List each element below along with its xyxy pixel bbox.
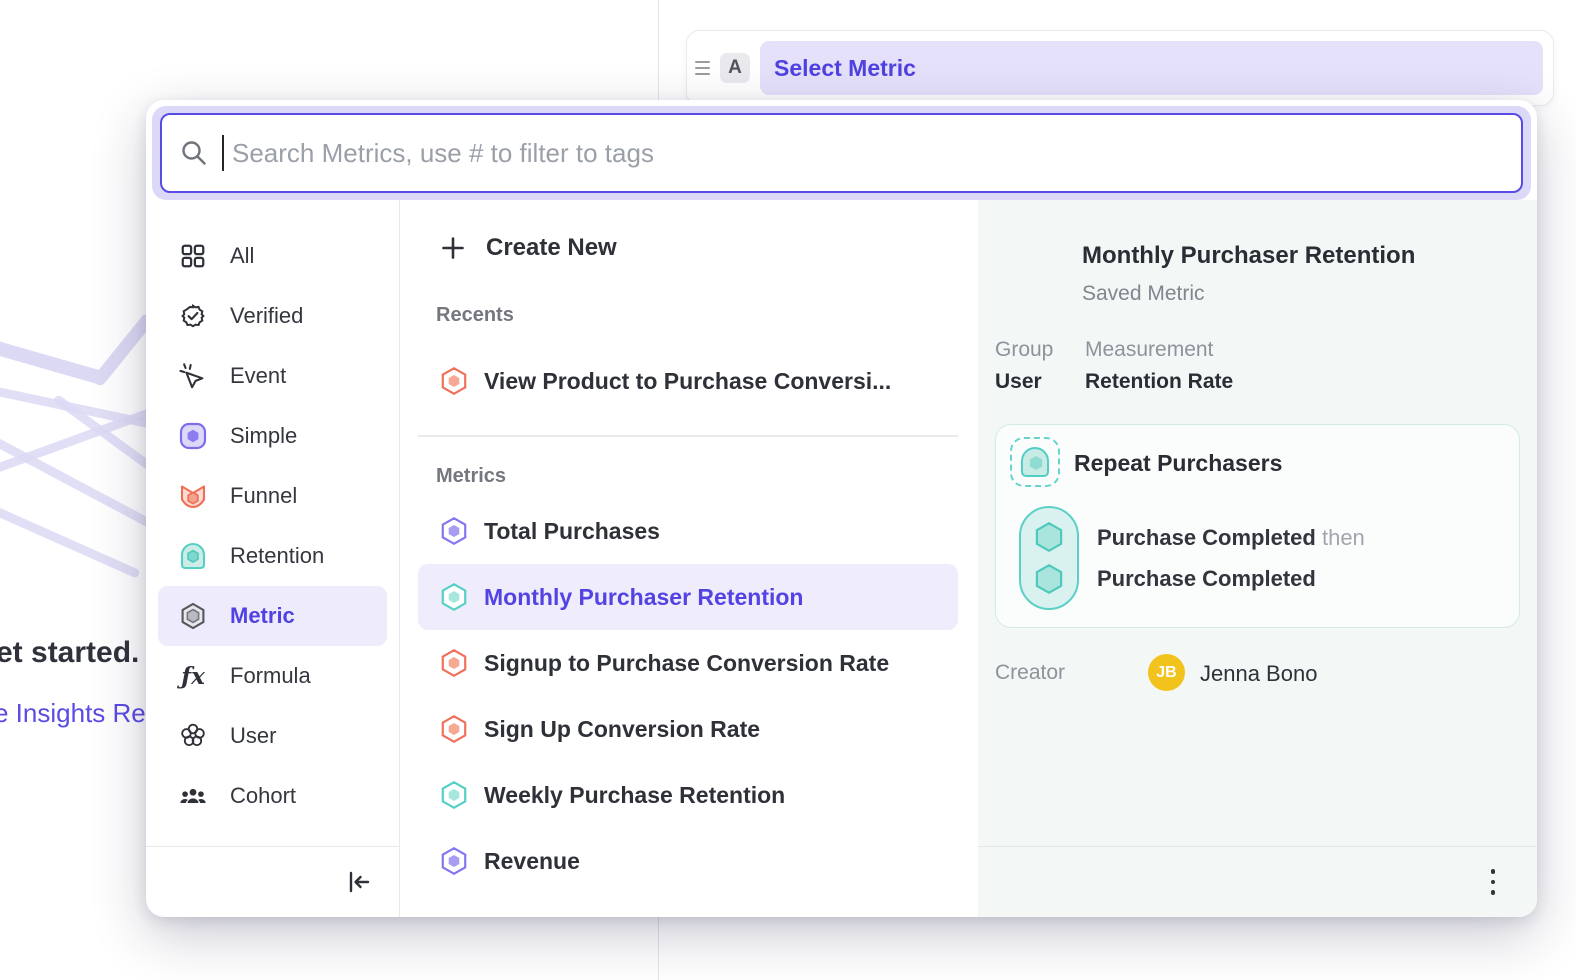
list-item-label: Sign Up Conversion Rate xyxy=(484,716,760,743)
event-hexagon-icon xyxy=(1034,564,1064,594)
section-label-metrics: Metrics xyxy=(436,465,978,488)
user-cluster-icon xyxy=(178,721,208,751)
list-item-label: Revenue xyxy=(484,848,580,875)
list-item[interactable]: Weekly Purchase Retention xyxy=(400,762,978,828)
list-item[interactable]: Revenue xyxy=(400,828,978,894)
sidebar-item-label: Metric xyxy=(230,603,295,629)
retention-definition-icon xyxy=(1010,437,1060,487)
retention-icon xyxy=(178,541,208,571)
funnel-metric-hexagon-icon xyxy=(440,715,468,743)
text-caret xyxy=(222,135,224,171)
list-item-recent[interactable]: View Product to Purchase Conversi... xyxy=(400,353,978,409)
definition-name: Repeat Purchasers xyxy=(1074,450,1282,477)
more-options-icon[interactable] xyxy=(1491,869,1496,895)
sidebar-item-label: Formula xyxy=(230,663,311,689)
details-footer xyxy=(978,846,1537,917)
sidebar-item-cohort[interactable]: Cohort xyxy=(146,766,399,826)
metric-hexagon-icon xyxy=(178,601,208,631)
group-label: Group xyxy=(995,338,1053,362)
measurement-label: Measurement xyxy=(1085,338,1213,362)
section-label-recents: Recents xyxy=(436,304,978,327)
event-sequence-pill xyxy=(1019,506,1079,610)
sidebar-item-verified[interactable]: Verified xyxy=(146,286,399,346)
metric-picker-modal: Search Metrics, use # to filter to tags … xyxy=(146,100,1537,917)
metric-list-column: Create New Recents View Product to Purch… xyxy=(400,200,978,917)
sidebar-item-simple[interactable]: Simple xyxy=(146,406,399,466)
details-subtitle: Saved Metric xyxy=(1082,282,1205,306)
list-item-selected[interactable]: Monthly Purchaser Retention xyxy=(418,564,958,630)
details-title: Monthly Purchaser Retention xyxy=(1082,242,1415,270)
sidebar-item-label: User xyxy=(230,723,276,749)
measurement-value: Retention Rate xyxy=(1085,370,1233,394)
search-placeholder: Search Metrics, use # to filter to tags xyxy=(232,138,654,169)
sidebar-item-label: Funnel xyxy=(230,483,297,509)
list-item[interactable]: Signup to Purchase Conversion Rate xyxy=(400,630,978,696)
sidebar-item-user[interactable]: User xyxy=(146,706,399,766)
sidebar-item-all[interactable]: All xyxy=(146,226,399,286)
list-item-label: Signup to Purchase Conversion Rate xyxy=(484,650,889,677)
background-partial-heading: et started. xyxy=(0,636,139,670)
hexagon-icon xyxy=(1029,456,1043,470)
sidebar-item-label: Event xyxy=(230,363,286,389)
group-value: User xyxy=(995,370,1042,394)
list-item-label: Monthly Purchaser Retention xyxy=(484,584,803,611)
creator-avatar: JB xyxy=(1148,654,1185,691)
event-hexagon-icon xyxy=(1034,522,1064,552)
sidebar-item-label: Retention xyxy=(230,543,324,569)
simple-icon xyxy=(178,421,208,451)
drag-handle-icon[interactable] xyxy=(695,61,710,75)
screen: et started. e Insights Re A Select Metri… xyxy=(0,0,1576,980)
sidebar-item-retention[interactable]: Retention xyxy=(146,526,399,586)
verified-badge-icon xyxy=(178,301,208,331)
decorative-chart-lines xyxy=(0,315,150,645)
simple-metric-hexagon-icon xyxy=(440,847,468,875)
sidebar-footer xyxy=(146,846,400,917)
creator-name: Jenna Bono xyxy=(1200,661,1317,687)
definition-step-1: Purchase Completed then xyxy=(1097,525,1365,551)
select-metric-button[interactable]: Select Metric xyxy=(760,41,1543,95)
definition-card: Repeat Purchasers Purchase Completed the… xyxy=(995,424,1520,628)
grid-icon xyxy=(178,241,208,271)
sidebar-item-label: All xyxy=(230,243,254,269)
sidebar-item-metric[interactable]: Metric xyxy=(158,586,387,646)
list-item[interactable]: Total Purchases xyxy=(400,498,978,564)
funnel-icon xyxy=(178,481,208,511)
event-cursor-icon xyxy=(178,361,208,391)
list-item-label: Weekly Purchase Retention xyxy=(484,782,785,809)
metric-details-panel: Monthly Purchaser Retention Saved Metric… xyxy=(978,200,1537,917)
retention-metric-hexagon-icon xyxy=(440,583,468,611)
search-focus-ring: Search Metrics, use # to filter to tags xyxy=(152,106,1531,200)
list-item-label: Total Purchases xyxy=(484,518,660,545)
funnel-metric-hexagon-icon xyxy=(440,367,468,395)
sidebar-item-event[interactable]: Event xyxy=(146,346,399,406)
step-connector: then xyxy=(1322,525,1365,550)
sidebar-item-formula[interactable]: ƒx Formula xyxy=(146,646,399,706)
definition-step-2: Purchase Completed xyxy=(1097,566,1316,592)
sidebar-item-label: Verified xyxy=(230,303,303,329)
background-partial-link[interactable]: e Insights Re xyxy=(0,698,146,729)
list-item-label: View Product to Purchase Conversi... xyxy=(484,368,891,395)
select-metric-label: Select Metric xyxy=(774,55,916,82)
sidebar-item-label: Simple xyxy=(230,423,297,449)
metric-query-row: A Select Metric xyxy=(686,30,1554,106)
plus-icon xyxy=(440,235,466,261)
formula-fx-icon: ƒx xyxy=(178,661,208,691)
funnel-metric-hexagon-icon xyxy=(440,649,468,677)
section-divider xyxy=(418,435,958,437)
creator-label: Creator xyxy=(995,661,1065,685)
cohort-people-icon xyxy=(178,781,208,811)
search-input[interactable]: Search Metrics, use # to filter to tags xyxy=(160,113,1523,193)
search-icon xyxy=(180,139,208,167)
create-new-label: Create New xyxy=(486,234,617,262)
filter-sidebar: All Verified xyxy=(146,200,400,917)
collapse-left-icon[interactable] xyxy=(346,869,372,895)
modal-body: All Verified xyxy=(146,200,1537,917)
retention-metric-hexagon-icon xyxy=(440,781,468,809)
list-item[interactable]: Sign Up Conversion Rate xyxy=(400,696,978,762)
sidebar-item-funnel[interactable]: Funnel xyxy=(146,466,399,526)
simple-metric-hexagon-icon xyxy=(440,517,468,545)
query-letter-chip: A xyxy=(720,53,750,83)
create-new-button[interactable]: Create New xyxy=(440,234,978,262)
sidebar-item-label: Cohort xyxy=(230,783,296,809)
